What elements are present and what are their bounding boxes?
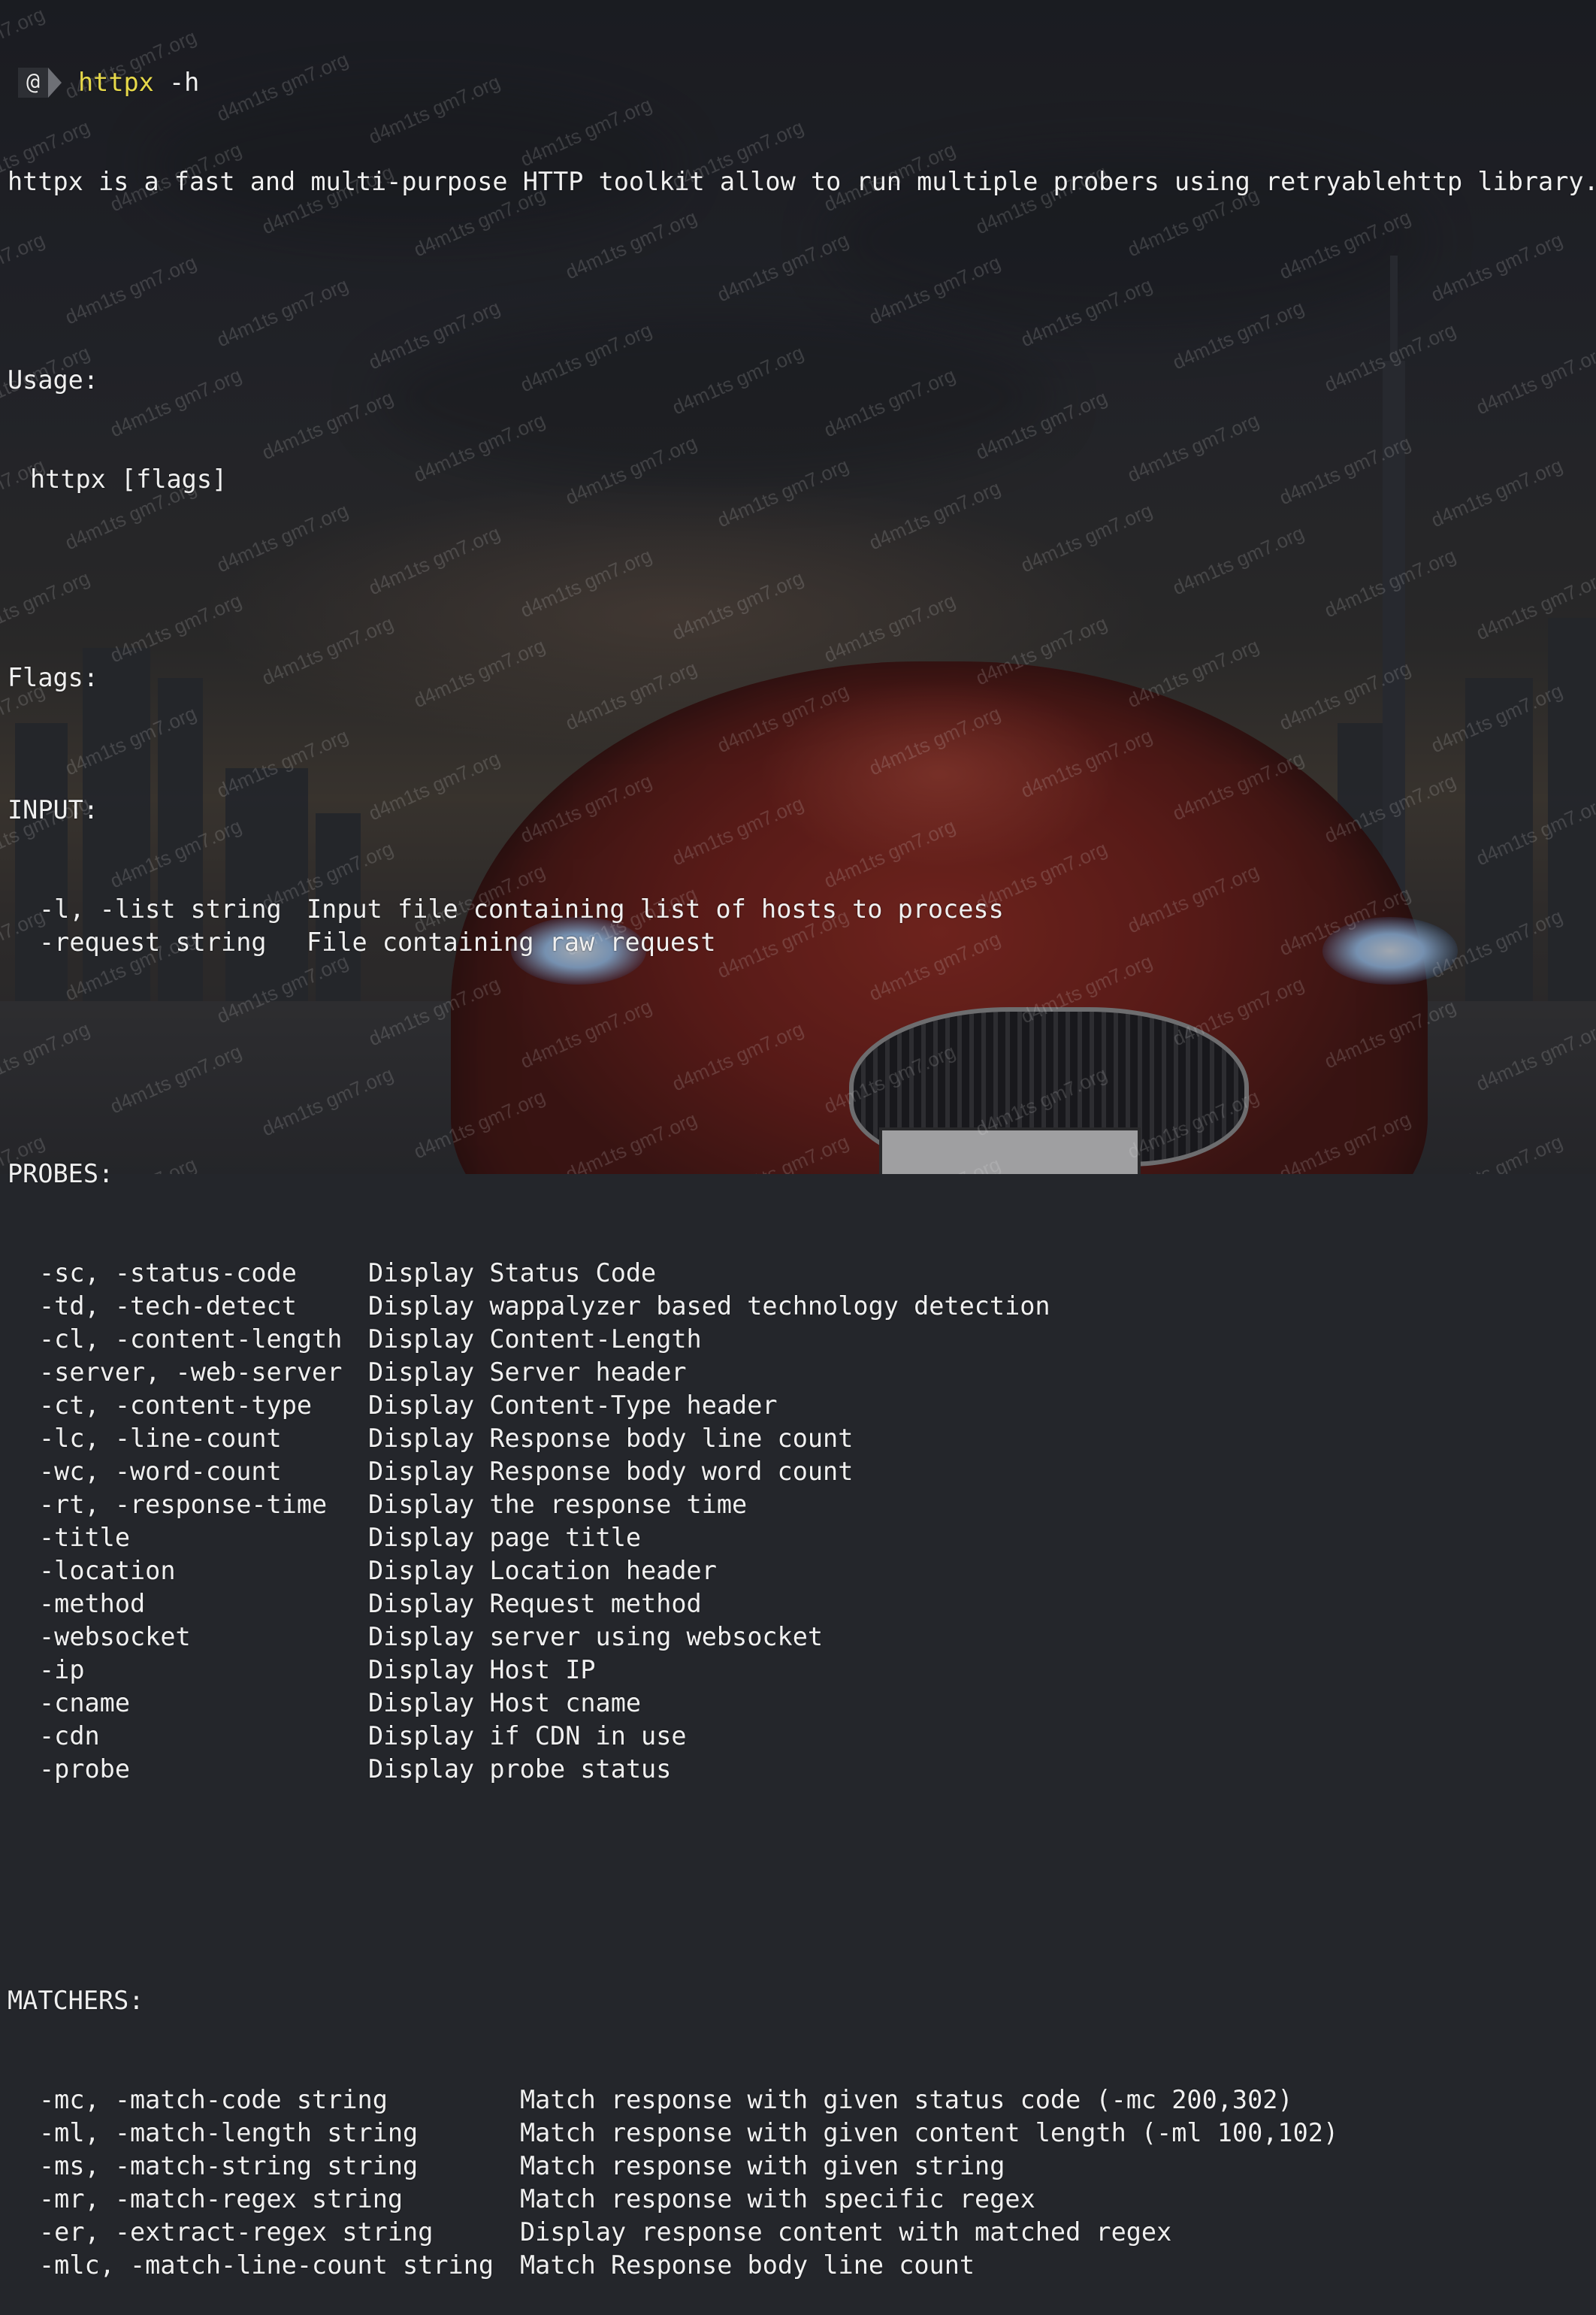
- flag-description: Display server using websocket: [368, 1622, 824, 1651]
- flag-row: -method Display Request method: [8, 1587, 1596, 1620]
- flag-name: -mlc, -match-line-count string: [39, 2250, 494, 2280]
- flag-description: Display probe status: [368, 1754, 672, 1784]
- flag-description: Display response content with matched re…: [520, 2217, 1172, 2247]
- flag-description: Display the response time: [368, 1490, 748, 1519]
- flag-row: -websocket Display server using websocket: [8, 1620, 1596, 1654]
- flag-name: -wc, -word-count: [39, 1457, 282, 1486]
- section-heading-matchers: MATCHERS:: [8, 1986, 144, 2015]
- flag-description: Display Host IP: [368, 1655, 596, 1684]
- flag-description: Display wappalyzer based technology dete…: [368, 1291, 1050, 1321]
- flag-name: -ct, -content-type: [39, 1391, 313, 1420]
- flag-name: -location: [39, 1556, 176, 1585]
- flag-name: -cl, -content-length: [39, 1324, 343, 1354]
- flag-row: -ml, -match-length string Match response …: [8, 2117, 1596, 2150]
- flag-name: -td, -tech-detect: [39, 1291, 297, 1321]
- flag-name: -ip: [39, 1655, 85, 1684]
- flag-description: Display if CDN in use: [368, 1721, 687, 1751]
- flag-row: -mr, -match-regex string Match response w…: [8, 2183, 1596, 2216]
- usage-heading: Usage:: [8, 365, 99, 395]
- flag-name: -lc, -line-count: [39, 1424, 282, 1453]
- flag-row: -probe Display probe status: [8, 1753, 1596, 1786]
- flag-name: -websocket: [39, 1622, 191, 1651]
- flag-name: -er, -extract-regex string: [39, 2217, 434, 2247]
- flag-row: -td, -tech-detect Display wappalyzer base…: [8, 1290, 1596, 1323]
- flag-row: -ms, -match-string string Match response …: [8, 2150, 1596, 2183]
- command-args: -h: [153, 68, 200, 97]
- flag-row: -wc, -word-count Display Response body wo…: [8, 1455, 1596, 1488]
- flag-description: Display Location header: [368, 1556, 717, 1585]
- flag-name: -ml, -match-length string: [39, 2118, 419, 2147]
- flag-name: -mr, -match-regex string: [39, 2184, 404, 2214]
- input-flag-list: -l, -list string Input file containing li…: [8, 893, 1596, 959]
- flag-name: -cdn: [39, 1721, 100, 1751]
- section-heading-probes: PROBES:: [8, 1159, 114, 1188]
- flag-description: Match response with given string: [520, 2151, 1005, 2180]
- flag-description: Display Response body word count: [368, 1457, 854, 1486]
- flag-row: -sc, -status-code Display Status Code: [8, 1257, 1596, 1290]
- flag-row: -lc, -line-count Display Response body li…: [8, 1422, 1596, 1455]
- prompt-arrow-icon: [48, 68, 62, 98]
- flag-name: -mc, -match-code string: [39, 2085, 388, 2114]
- flag-description: Match response with given status code (-…: [520, 2085, 1293, 2114]
- flag-name: -rt, -response-time: [39, 1490, 328, 1519]
- command-prompt: @ httpx -h: [8, 66, 1596, 99]
- terminal-output[interactable]: @ httpx -h httpx is a fast and multi-pur…: [8, 0, 1596, 2280]
- matchers-flag-list: -mc, -match-code string Match response wi…: [8, 2084, 1596, 2282]
- flag-name: -request string: [39, 928, 267, 957]
- flag-description: Display Response body line count: [368, 1424, 854, 1453]
- flag-name: -title: [39, 1523, 131, 1552]
- flag-row: -l, -list string Input file containing li…: [8, 893, 1596, 926]
- prompt-icon: @: [18, 68, 48, 98]
- flag-description: Match response with given content length…: [520, 2118, 1339, 2147]
- flag-description: Display Server header: [368, 1357, 687, 1387]
- flag-name: -probe: [39, 1754, 131, 1784]
- flag-row: -title Display page title: [8, 1521, 1596, 1554]
- flag-name: -ms, -match-string string: [39, 2151, 419, 2180]
- flag-name: -l, -list string: [39, 894, 282, 924]
- flag-description: Display page title: [368, 1523, 642, 1552]
- flag-row: -request string File containing raw reque…: [8, 926, 1596, 959]
- section-heading-input: INPUT:: [8, 795, 99, 825]
- flag-row: -rt, -response-time Display the response …: [8, 1488, 1596, 1521]
- flag-description: Match response with specific regex: [520, 2184, 1035, 2214]
- flag-description: Display Content-Type header: [368, 1391, 778, 1420]
- flag-description: Display Request method: [368, 1589, 702, 1618]
- flag-row: -mc, -match-code string Match response wi…: [8, 2084, 1596, 2117]
- flag-description: Display Host cname: [368, 1688, 642, 1717]
- flag-description: Match Response body line count: [520, 2250, 975, 2280]
- flag-row: -ip Display Host IP: [8, 1654, 1596, 1687]
- flag-description: File containing raw request: [307, 928, 716, 957]
- flag-description: Display Content-Length: [368, 1324, 702, 1354]
- command-name: httpx: [78, 68, 154, 97]
- flag-description: Input file containing list of hosts to p…: [307, 894, 1004, 924]
- flag-row: -mlc, -match-line-count string Match Resp…: [8, 2249, 1596, 2282]
- flag-name: -method: [39, 1589, 146, 1618]
- flag-row: -cdn Display if CDN in use: [8, 1720, 1596, 1753]
- flags-heading: Flags:: [8, 663, 99, 692]
- flag-name: -sc, -status-code: [39, 1258, 297, 1288]
- usage-line: httpx [flags]: [30, 465, 228, 494]
- flag-description: Display Status Code: [368, 1258, 657, 1288]
- flag-name: -server, -web-server: [39, 1357, 343, 1387]
- flag-row: -er, -extract-regex string Display respon…: [8, 2216, 1596, 2249]
- flag-row: -cl, -content-length Display Content-Leng…: [8, 1323, 1596, 1356]
- flag-row: -location Display Location header: [8, 1554, 1596, 1587]
- flag-name: -cname: [39, 1688, 131, 1717]
- probes-flag-list: -sc, -status-code Display Status Code -td,…: [8, 1257, 1596, 1786]
- flag-row: -ct, -content-type Display Content-Type h…: [8, 1389, 1596, 1422]
- description-text: httpx is a fast and multi-purpose HTTP t…: [8, 167, 1596, 196]
- flag-row: -server, -web-server Display Server heade…: [8, 1356, 1596, 1389]
- flag-row: -cname Display Host cname: [8, 1687, 1596, 1720]
